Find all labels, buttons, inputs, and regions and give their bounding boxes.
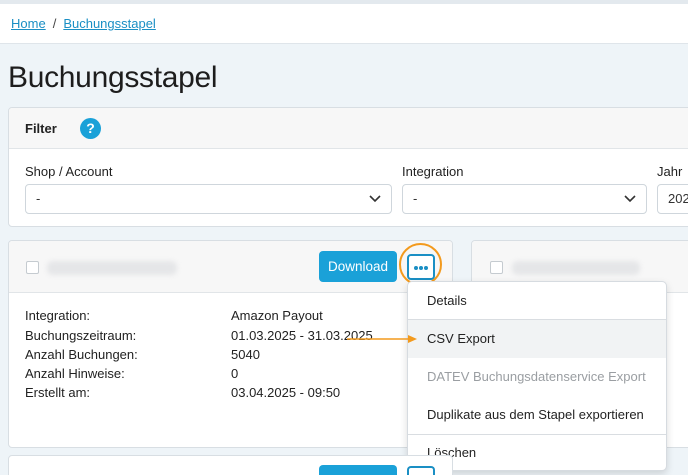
batch-second-name-redacted: [512, 261, 640, 275]
integration-select[interactable]: -: [402, 184, 647, 214]
menu-item-details[interactable]: Details: [408, 282, 666, 320]
highlight-circle: [399, 243, 442, 286]
download-button-next[interactable]: [319, 465, 397, 475]
info-value-hinweise: 0: [231, 366, 239, 381]
more-actions-button-next[interactable]: [407, 466, 435, 475]
jahr-label: Jahr: [657, 164, 683, 179]
info-label-hinweise: Anzahl Hinweise:: [25, 366, 125, 381]
info-label-integration: Integration:: [25, 308, 91, 323]
page-title: Buchungsstapel: [8, 61, 218, 94]
jahr-value: 202: [668, 191, 688, 206]
menu-item-datev-export: DATEV Buchungsdatenservice Export: [427, 369, 646, 384]
chevron-down-icon: [624, 195, 636, 203]
breadcrumb-current-link[interactable]: Buchungsstapel: [63, 16, 156, 31]
arrow-right-icon: [347, 335, 417, 343]
menu-item-duplikate-export[interactable]: Duplikate aus dem Stapel exportieren: [408, 396, 666, 434]
shop-account-label: Shop / Account: [25, 164, 113, 179]
shop-account-select[interactable]: -: [25, 184, 392, 214]
info-label-buchungen: Anzahl Buchungen:: [25, 347, 138, 362]
breadcrumb-separator: /: [52, 16, 57, 31]
filter-title: Filter: [25, 121, 57, 136]
batch-name-redacted: [47, 261, 177, 275]
batch-select-checkbox[interactable]: [26, 261, 39, 274]
breadcrumb-bar: Home / Buchungsstapel: [0, 4, 688, 44]
batch-second-checkbox[interactable]: [490, 261, 503, 274]
actions-dropdown-menu: Details CSV Export DATEV Buchungsdatense…: [407, 281, 667, 471]
info-value-erstellt: 03.04.2025 - 09:50: [231, 385, 341, 400]
integration-label: Integration: [402, 164, 464, 179]
info-label-erstellt: Erstellt am:: [25, 385, 91, 400]
breadcrumb-home-link[interactable]: Home: [11, 16, 46, 31]
download-button[interactable]: Download: [319, 251, 397, 282]
integration-value: -: [413, 191, 418, 206]
jahr-select[interactable]: 202: [657, 184, 688, 214]
help-icon[interactable]: ?: [80, 118, 101, 139]
filter-panel: Filter ? Shop / Account - Integration - …: [8, 107, 688, 227]
shop-account-value: -: [36, 191, 41, 206]
info-label-zeitraum: Buchungszeitraum:: [25, 328, 137, 343]
menu-item-csv-export[interactable]: CSV Export: [408, 320, 666, 358]
filter-header: Filter ?: [9, 108, 688, 149]
breadcrumb: Home / Buchungsstapel: [11, 16, 156, 31]
info-value-integration: Amazon Payout: [231, 308, 323, 323]
info-value-buchungen: 5040: [231, 347, 260, 362]
chevron-down-icon: [369, 195, 381, 203]
